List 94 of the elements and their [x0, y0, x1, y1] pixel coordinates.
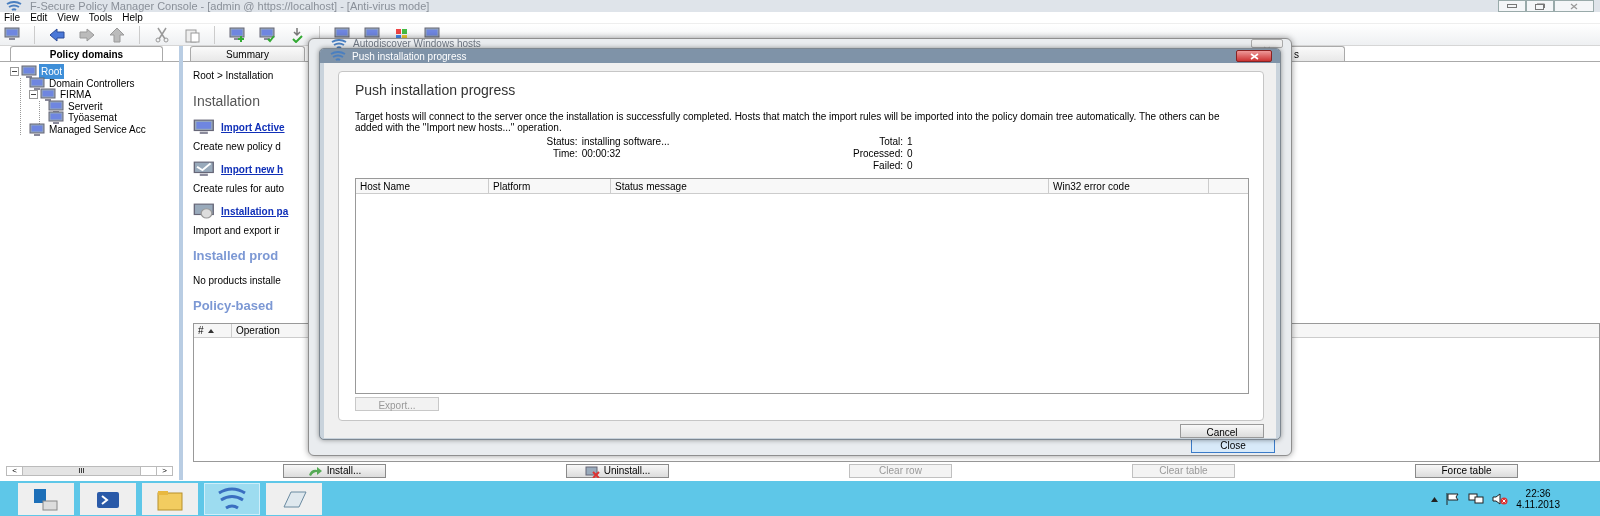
computer-remove-icon: [584, 464, 600, 478]
column-header[interactable]: #: [194, 324, 232, 337]
paste-icon: [184, 27, 200, 44]
column-header[interactable]: Win32 error code: [1049, 179, 1209, 193]
menu-item[interactable]: Tools: [88, 12, 113, 23]
download-check-icon: [289, 27, 305, 44]
toolbar-button[interactable]: [109, 25, 125, 44]
horizontal-scrollbar[interactable]: < III >: [6, 466, 173, 476]
breadcrumb: Root > Installation: [193, 69, 274, 83]
server-manager-icon: [31, 486, 61, 512]
taskbar-button[interactable]: [18, 483, 74, 515]
field-value: 00:00:32: [581, 148, 622, 160]
computer-icon: [29, 76, 45, 90]
host-check-icon: [259, 27, 275, 44]
column-header[interactable]: Host Name: [356, 179, 489, 193]
toolbar-button[interactable]: [154, 25, 170, 44]
restore-icon: [1535, 2, 1545, 10]
close-icon: [1249, 52, 1259, 60]
field-value: 0: [907, 160, 913, 172]
toolbar-button[interactable]: [229, 25, 245, 44]
link[interactable]: Installation pa: [221, 203, 289, 219]
computer-icon: [21, 65, 37, 79]
up-arrow-icon: [109, 27, 125, 44]
field-label: Processed:: [853, 148, 904, 160]
column-header[interactable]: Status message: [611, 179, 1049, 193]
menu-item[interactable]: Help: [122, 12, 143, 23]
field-label: Failed:: [872, 160, 904, 172]
forward-arrow-icon: [79, 27, 95, 44]
description-text: Import and export ir: [193, 224, 280, 238]
tab[interactable]: Summary: [190, 46, 305, 61]
restore-button[interactable]: [1526, 0, 1554, 12]
dialog-logo-icon: [331, 39, 347, 49]
toolbar-button[interactable]: [259, 25, 275, 44]
network-icon[interactable]: [1468, 493, 1485, 505]
column-header[interactable]: Platform: [489, 179, 611, 193]
collapse-icon[interactable]: [29, 90, 38, 100]
close-button[interactable]: [1236, 50, 1272, 62]
taskbar-button[interactable]: [80, 483, 136, 515]
back-arrow-icon: [49, 27, 65, 44]
sort-arrow-icon: [207, 328, 214, 333]
column-label: #: [198, 324, 204, 338]
field-value: 0: [907, 148, 913, 160]
scroll-right-button[interactable]: >: [156, 467, 172, 475]
flag-icon[interactable]: [1446, 493, 1461, 505]
menu-item[interactable]: Edit: [30, 12, 48, 23]
collapse-icon[interactable]: [10, 67, 19, 77]
dialog-logo-icon: [330, 51, 346, 61]
computer-icon: [29, 122, 45, 136]
description-text: Create rules for auto: [193, 182, 285, 196]
dialog-title: Push installation progress: [352, 49, 467, 64]
description-text: Create new policy d: [193, 140, 281, 154]
window-title: F-Secure Policy Manager Console - [admin @ https://localhost] - [Anti-virus mode]: [30, 0, 430, 12]
section-heading: Installed prod: [193, 247, 279, 265]
app-logo-icon: [6, 1, 22, 11]
computer-icon: [193, 119, 215, 135]
close-icon: [1570, 2, 1578, 10]
add-host-icon: [229, 27, 245, 44]
computer-icon: [40, 88, 56, 102]
action-button[interactable]: Force table: [1415, 464, 1518, 478]
menu-item[interactable]: File: [4, 12, 21, 23]
action-button[interactable]: Uninstall...: [566, 464, 669, 478]
cut-icon: [154, 27, 170, 44]
column-label: Operation: [236, 324, 280, 338]
field-value: installing software...: [581, 136, 671, 148]
status-text: No products installe: [193, 273, 281, 288]
field-value: 1: [907, 136, 913, 148]
speaker-muted-icon[interactable]: [1492, 493, 1509, 505]
scroll-thumb[interactable]: III: [23, 467, 141, 475]
clock-time[interactable]: 22:36: [1516, 488, 1560, 499]
field-label: Total:: [878, 136, 904, 148]
panel-heading: Push installation progress: [355, 81, 517, 100]
section-heading: Policy-based: [193, 296, 274, 315]
cancel-button[interactable]: Cancel: [1180, 423, 1264, 438]
arrow-icon: [307, 464, 323, 478]
minimize-button[interactable]: [1498, 0, 1526, 12]
message-text: Target hosts will connect to the server once the installation is successfully completed. Hosts that match the import rules will be imported into the policy domain tree automatically. The others can be added with the "Import new hosts..." operation.: [355, 111, 1221, 133]
menu-item[interactable]: View: [57, 12, 79, 23]
sidebar-tab[interactable]: Policy domains: [10, 46, 163, 61]
link[interactable]: Import new h: [221, 161, 284, 177]
toolbar-button[interactable]: [289, 25, 305, 44]
computer-icon: [48, 99, 64, 113]
section-heading: Installation: [193, 92, 260, 111]
computer-icon: [48, 111, 64, 125]
chevron-up-icon[interactable]: [1431, 496, 1439, 502]
clock-date[interactable]: 4.11.2013: [1516, 499, 1560, 510]
field-label: Status:: [545, 136, 578, 148]
field-label: Time:: [552, 148, 578, 160]
minimize-icon: [1507, 4, 1517, 8]
fsecure-logo-icon: [217, 486, 247, 512]
taskbar-button[interactable]: [204, 483, 260, 515]
link[interactable]: Import Active: [221, 119, 285, 135]
toolbar-button[interactable]: [49, 25, 65, 44]
action-button[interactable]: Install...: [283, 464, 386, 478]
dialog-title: Autodiscover Windows hosts: [353, 39, 481, 49]
